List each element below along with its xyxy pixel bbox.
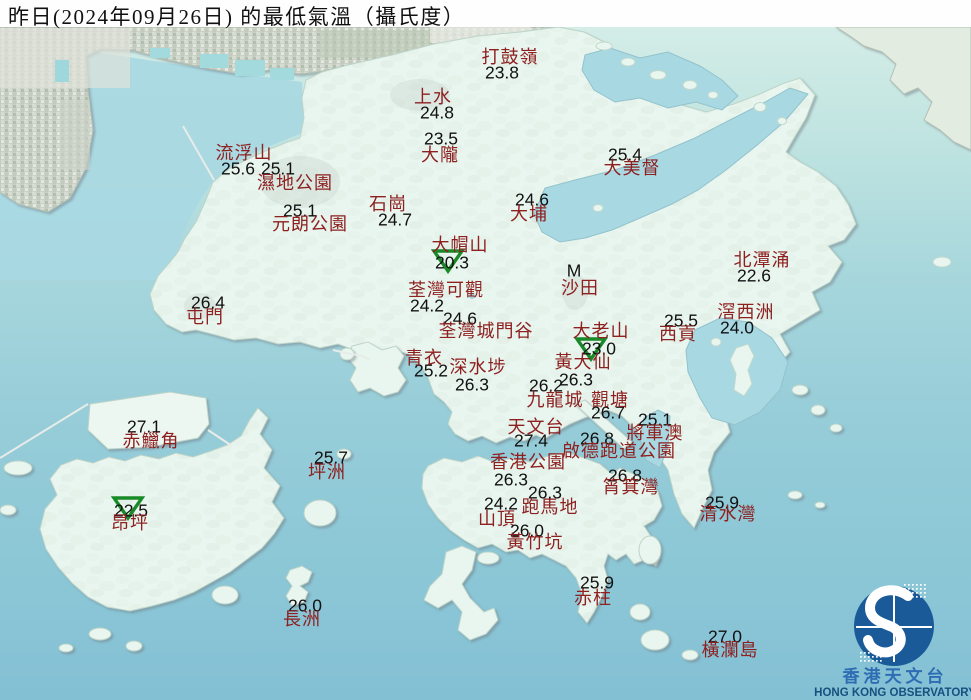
station-name: 大帽山 [431, 235, 489, 255]
station-name: 大美督 [603, 158, 661, 178]
station-name: 跑馬地 [521, 497, 579, 517]
station-name: 西貢 [659, 324, 697, 344]
station-name: 上水 [414, 87, 452, 107]
station-name: 坪洲 [308, 462, 346, 482]
station-name: 清水灣 [699, 504, 757, 524]
station-name: 長洲 [283, 609, 321, 629]
station-name: 石崗 [369, 194, 407, 214]
station-temperature: 20.3 [434, 252, 470, 273]
station-temperature: 26.3 [558, 369, 594, 390]
weather-map-page: 香港天文台 HONG KONG OBSERVATORY 23.8 打鼓嶺 24.8 上… [0, 0, 971, 700]
station-name: 大埔 [510, 204, 548, 224]
page-title: 昨日(2024年09月26日) 的最低氣溫（攝氏度） [8, 5, 466, 29]
station-name: 元朗公園 [272, 214, 348, 234]
station-name: 觀塘 [591, 390, 629, 410]
station-name: 昂坪 [111, 513, 149, 533]
station-name: 北潭涌 [733, 250, 791, 270]
station-name: 將軍澳 [626, 423, 684, 443]
station-name: 大隴 [421, 145, 459, 165]
station-name: 九龍城 [526, 390, 584, 410]
station-name: 橫瀾島 [701, 640, 759, 660]
station-name: 滘西洲 [717, 302, 775, 322]
station-temperature: 26.3 [454, 374, 490, 395]
station-name: 黃竹坑 [506, 532, 564, 552]
station-name: 香港公園 [490, 452, 566, 472]
station-name: 赤柱 [574, 588, 612, 608]
station-name: 啟德跑道公園 [562, 441, 676, 461]
station-name: 荃灣城門谷 [438, 321, 534, 341]
station-name: 黃大仙 [554, 352, 612, 372]
station-name: 深水埗 [449, 357, 507, 377]
station-name: 荃灣可觀 [408, 280, 484, 300]
station-labels-layer: 23.8 打鼓嶺 24.8 上水 23.5 大隴 25.6 流浮山 25.1 濕地公園 25.1 元朗… [0, 0, 971, 700]
station-name: 沙田 [561, 278, 599, 298]
station-name: 大老山 [572, 321, 630, 341]
station-name: 打鼓嶺 [481, 47, 539, 67]
station-temperature: 26.3 [493, 469, 529, 490]
station-name: 赤鱲角 [122, 431, 180, 451]
station-name: 筲箕灣 [602, 477, 660, 497]
station-name: 濕地公園 [257, 173, 333, 193]
station-name: 天文台 [507, 417, 565, 437]
station-name: 屯門 [186, 307, 224, 327]
station-name: 青衣 [405, 348, 443, 368]
